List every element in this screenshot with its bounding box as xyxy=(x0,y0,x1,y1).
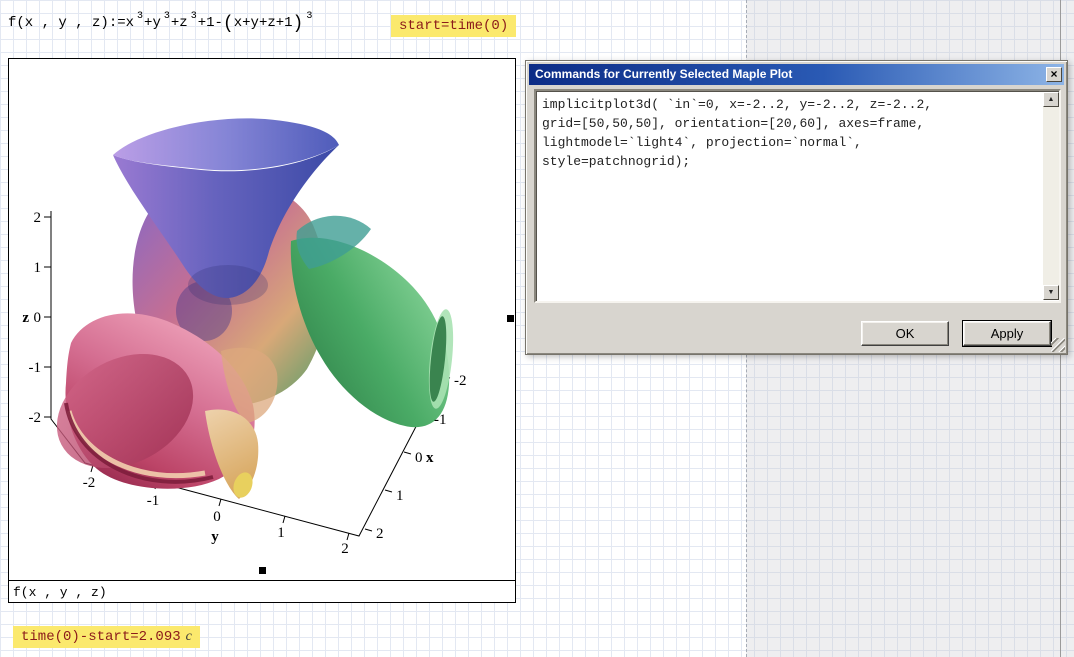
dialog-titlebar[interactable]: Commands for Currently Selected Maple Pl… xyxy=(529,64,1064,85)
plot-3d-canvas: 2 1 z 0 -1 -2 -2 -1 0 1 2 y 2 1 0 x -1 -… xyxy=(9,59,515,579)
definition-formula: f(x , y , z):=x3+y3+z3+1-(x+y+z+1)3 xyxy=(8,14,313,34)
maple-plot-commands-dialog: Commands for Currently Selected Maple Pl… xyxy=(525,60,1068,355)
right-paren: ) xyxy=(293,14,304,34)
x-tick-label: 0 xyxy=(415,450,423,466)
selection-handle-bottom[interactable] xyxy=(259,567,266,574)
ok-button[interactable]: OK xyxy=(861,321,949,346)
exponent: 3 xyxy=(191,11,197,22)
time-unit: c xyxy=(186,629,192,644)
z-tick-label: 0 xyxy=(34,310,42,326)
scroll-down-icon: ▼ xyxy=(1048,289,1055,296)
formula-mid2: +z xyxy=(171,15,188,31)
resize-grip[interactable] xyxy=(1051,338,1065,352)
y-tick-label: -1 xyxy=(147,493,160,509)
x-tick-label: -1 xyxy=(434,412,447,428)
x-tick-label: 2 xyxy=(376,526,384,542)
implicit-surface xyxy=(37,118,457,500)
z-tick-label: -2 xyxy=(29,410,42,426)
exponent: 3 xyxy=(137,11,143,22)
apply-button[interactable]: Apply xyxy=(963,321,1051,346)
code-line: style=patchnogrid); xyxy=(542,152,1033,171)
plot-caption: f(x , y , z) xyxy=(9,580,515,602)
worksheet: f(x , y , z):=x3+y3+z3+1-(x+y+z+1)3 star… xyxy=(0,0,1074,657)
z-tick-label: 1 xyxy=(34,260,42,276)
formula-prefix: f(x , y , z):=x xyxy=(8,15,134,31)
code-line: lightmodel=`light4`, projection=`normal`… xyxy=(542,133,1033,152)
maple-plot-object[interactable]: 2 1 z 0 -1 -2 -2 -1 0 1 2 y 2 1 0 x -1 -… xyxy=(8,58,516,603)
z-axis-label: z xyxy=(22,310,29,326)
scroll-up-icon: ▲ xyxy=(1048,96,1055,103)
elapsed-time-text: time(0)-start=2.093 xyxy=(21,629,181,645)
y-tick-label: -2 xyxy=(83,475,96,491)
selection-handle-right[interactable] xyxy=(507,315,514,322)
z-tick-label: 2 xyxy=(34,210,42,226)
close-icon: × xyxy=(1050,67,1057,81)
start-time-field[interactable]: start=time(0) xyxy=(391,15,516,37)
z-tick-label: -1 xyxy=(29,360,42,376)
left-paren: ( xyxy=(223,14,234,34)
x-axis-label: x xyxy=(426,450,434,466)
formula-inner: x+y+z+1 xyxy=(234,15,293,31)
elapsed-time-field[interactable]: time(0)-start=2.093 c xyxy=(13,626,200,648)
vertical-scrollbar[interactable]: ▲ ▼ xyxy=(1043,92,1059,300)
surface-waist-shadow xyxy=(188,265,268,305)
command-text-area[interactable]: implicitplot3d( `in`=0, x=-2..2, y=-2..2… xyxy=(534,89,1061,303)
exponent: 3 xyxy=(164,11,170,22)
code-line: implicitplot3d( `in`=0, x=-2..2, y=-2..2… xyxy=(542,95,1033,114)
z-axis-ticks xyxy=(44,217,51,417)
x-tick-label: 1 xyxy=(396,488,404,504)
close-button[interactable]: × xyxy=(1046,67,1062,82)
dialog-title: Commands for Currently Selected Maple Pl… xyxy=(535,67,792,81)
exponent: 3 xyxy=(306,11,312,22)
scroll-up-button[interactable]: ▲ xyxy=(1043,92,1059,107)
x-tick-label: -2 xyxy=(454,373,467,389)
y-tick-label: 2 xyxy=(341,541,349,557)
scroll-down-button[interactable]: ▼ xyxy=(1043,285,1059,300)
y-tick-label: 1 xyxy=(277,525,285,541)
y-tick-label: 0 xyxy=(213,509,221,525)
y-axis-label: y xyxy=(211,529,219,545)
formula-mid3: +1- xyxy=(198,15,223,31)
code-line: grid=[50,50,50], orientation=[20,60], ax… xyxy=(542,114,1033,133)
formula-mid1: +y xyxy=(144,15,161,31)
